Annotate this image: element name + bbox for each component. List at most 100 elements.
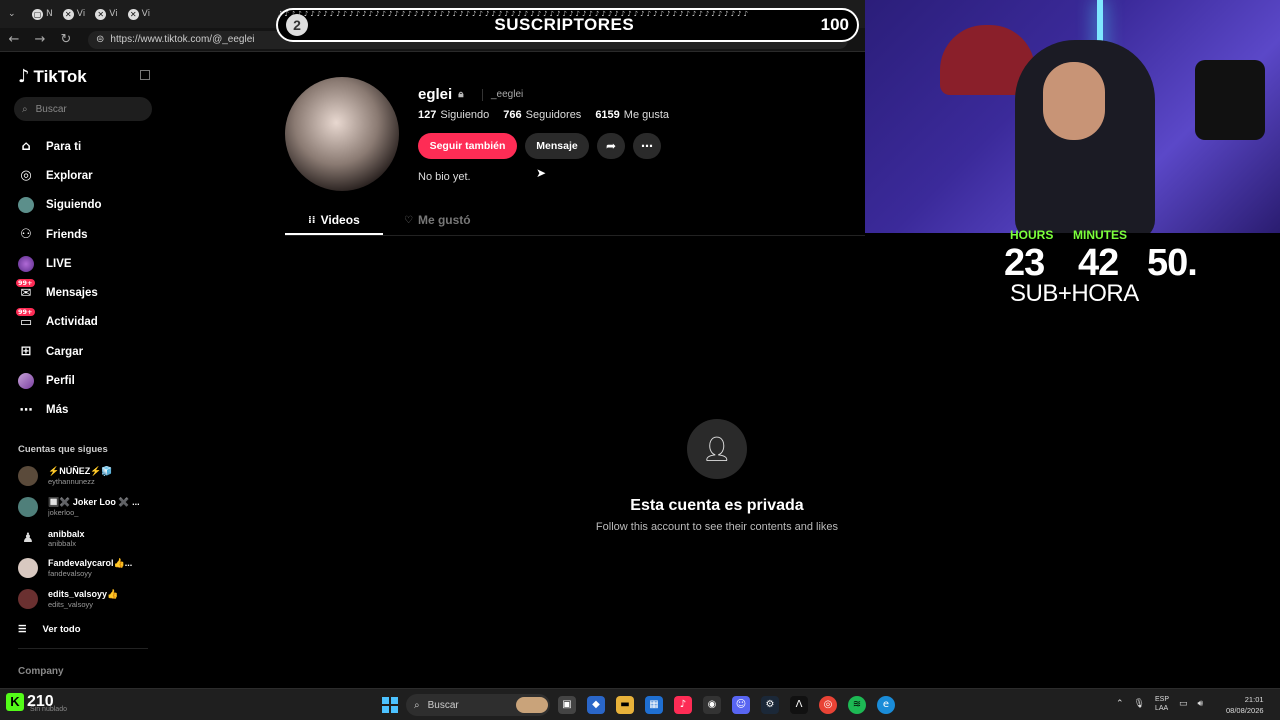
tiktok-app-icon[interactable]: ♪ xyxy=(674,696,692,714)
store-icon[interactable]: ▦ xyxy=(645,696,663,714)
followers-stat[interactable]: 766 Seguidores xyxy=(503,109,581,121)
message-button[interactable]: Mensaje xyxy=(525,133,589,159)
grid-icon: ⁞⁞ xyxy=(308,214,316,226)
taskbar-search[interactable]: ⌕ Buscar xyxy=(406,694,550,716)
followed-account[interactable]: ⚡NÚÑEZ⚡🧊 eythannunezz xyxy=(18,462,158,490)
nav-item-mensajes[interactable]: ✉ 99+ Mensajes xyxy=(16,278,102,307)
windows-start-icon[interactable] xyxy=(382,697,398,713)
volume-icon[interactable]: 🔊︎ xyxy=(1198,699,1204,709)
edge-icon[interactable]: e xyxy=(877,696,895,714)
avatar xyxy=(18,497,38,517)
steam-icon[interactable]: ⚙ xyxy=(761,696,779,714)
avatar xyxy=(18,589,38,609)
browser-tab[interactable]: ✕ Vi xyxy=(124,4,154,24)
tab-liked[interactable]: ♡ Me gustó xyxy=(404,213,471,227)
lock-icon: 🔒︎ xyxy=(458,89,464,100)
nav-item-actividad[interactable]: ▭ 99+ Actividad xyxy=(16,308,102,337)
live-icon xyxy=(18,255,34,272)
followed-account[interactable]: ♟ anibbalx anibbalx xyxy=(18,524,158,552)
mouse-cursor-icon: ➤ xyxy=(536,166,547,180)
following-accounts-header: Cuentas que sigues xyxy=(18,444,108,455)
browser-tab[interactable]: ▢ N xyxy=(28,4,57,24)
profile-bio: No bio yet. xyxy=(418,171,471,183)
task-view-icon[interactable]: ▣ xyxy=(558,696,576,714)
tab-list-button[interactable]: ⌄ xyxy=(4,4,26,24)
profile-avatar xyxy=(285,77,399,191)
webcam-overlay xyxy=(865,0,1280,233)
tab-favicon-icon: ✕ xyxy=(62,8,74,20)
nav-item-perfil[interactable]: Perfil xyxy=(18,366,102,395)
taskbar-apps: ▣ ◆ ▬ ▦ ♪ ◉ ☺ ⚙ Λ ◎ ≋ e xyxy=(558,696,895,714)
nav-item-live[interactable]: LIVE xyxy=(18,249,102,278)
heart-lock-icon: ♡ xyxy=(404,214,413,226)
tiktok-note-icon: ♪ xyxy=(18,66,30,87)
spotify-icon[interactable]: ≋ xyxy=(848,696,866,714)
home-icon: ⌂ xyxy=(21,139,31,155)
followed-account[interactable]: edits_valsoyy👍 edits_valsoyy xyxy=(18,585,158,613)
followed-account[interactable]: 🔲✖️ Joker Loo ✖️ ... jokerloo_ xyxy=(18,493,158,521)
followed-account[interactable]: Fandevalycarol👍... fandevalsoyy xyxy=(18,554,158,582)
nav-item-para-ti[interactable]: ⌂ Para ti xyxy=(18,132,102,161)
microphone-icon[interactable]: 🎙︎ xyxy=(1134,699,1145,709)
reload-button[interactable]: ↻ xyxy=(58,32,74,48)
site-info-icon[interactable]: ⊜ xyxy=(96,34,104,45)
nav-item-mas[interactable]: ⋯ Más xyxy=(18,396,102,425)
see-all-button[interactable]: ☰ Ver todo xyxy=(18,624,81,635)
hours-value: 23 xyxy=(1004,242,1045,284)
browser-tab[interactable]: ✕ Vi xyxy=(59,4,89,24)
subscriber-goal-bar: ♪♪♪♪♪♪♪♪♪♪♪♪♪♪♪♪♪♪♪♪♪♪♪♪♪♪♪♪♪♪♪♪♪♪♪♪♪♪♪♪… xyxy=(276,8,859,42)
compass-icon: ◎ xyxy=(20,168,32,184)
kick-logo-icon: K xyxy=(6,693,24,711)
profile-icon xyxy=(18,373,34,390)
minutes-label: MINUTES xyxy=(1073,228,1127,242)
profile-stats: 127 Siguiendo 766 Seguidores 6159 Me gusta xyxy=(418,109,669,121)
clock[interactable]: 21:01 08/08/2026 xyxy=(1226,694,1264,716)
share-icon[interactable]: ➦ xyxy=(597,133,625,159)
nav-item-cargar[interactable]: ⊞ Cargar xyxy=(18,337,102,366)
minutes-value: 42 xyxy=(1078,242,1119,284)
search-input[interactable]: ⌕ Buscar xyxy=(14,97,152,121)
messages-icon: ✉ 99+ xyxy=(16,279,35,301)
language-indicator[interactable]: ESP LAA xyxy=(1155,695,1169,713)
weather-text: Sin nublado xyxy=(30,706,67,713)
tabs-divider xyxy=(285,235,865,236)
activity-icon: ▭ 99+ xyxy=(16,308,35,330)
company-link[interactable]: Company xyxy=(18,666,64,677)
streamer-face xyxy=(1043,62,1105,140)
upload-icon: ⊞ xyxy=(20,344,32,360)
nav-item-explorar[interactable]: ◎ Explorar xyxy=(18,161,102,190)
notification-badge: 99+ xyxy=(16,308,35,317)
tab-favicon-icon: ✕ xyxy=(127,8,139,20)
obs-icon[interactable]: ◉ xyxy=(703,696,721,714)
file-explorer-icon[interactable]: ▬ xyxy=(616,696,634,714)
collapse-sidebar-icon[interactable] xyxy=(140,70,150,80)
back-button[interactable]: ← xyxy=(6,32,22,48)
tiktok-logo[interactable]: ♪ TikTok xyxy=(18,66,87,87)
copilot-icon[interactable]: ◆ xyxy=(587,696,605,714)
list-icon: ☰ xyxy=(18,624,27,635)
private-account-title: Esta cuenta es privada xyxy=(630,497,804,514)
microphone xyxy=(1195,60,1265,140)
forward-button[interactable]: → xyxy=(32,32,48,48)
name-separator xyxy=(482,89,483,101)
tab-videos[interactable]: ⁞⁞ Videos xyxy=(308,213,360,227)
more-options-icon[interactable]: ⋯ xyxy=(633,133,661,159)
browser-tab[interactable]: ✕ Vi xyxy=(91,4,121,24)
profile-actions: Seguir también Mensaje ➦ ⋯ xyxy=(418,133,661,159)
discord-icon[interactable]: ☺ xyxy=(732,696,750,714)
chevron-up-icon[interactable]: ⌃ xyxy=(1116,699,1124,709)
chrome-icon[interactable]: ◎ xyxy=(819,696,837,714)
sidebar-divider xyxy=(18,648,148,649)
avatar xyxy=(18,558,38,578)
follow-back-button[interactable]: Seguir también xyxy=(418,133,517,159)
nav-item-friends[interactable]: ⚇ Friends xyxy=(18,220,102,249)
goal-current-count: 2 xyxy=(286,14,308,36)
vector-app-icon[interactable]: Λ xyxy=(790,696,808,714)
network-icon[interactable]: ▭ xyxy=(1179,699,1188,709)
following-avatar-icon xyxy=(18,197,34,214)
goal-title: SUSCRIPTORES xyxy=(494,15,635,34)
following-stat[interactable]: 127 Siguiendo xyxy=(418,109,489,121)
search-icon: ⌕ xyxy=(414,699,420,711)
default-avatar-icon: ♟ xyxy=(22,530,34,545)
nav-item-siguiendo[interactable]: Siguiendo xyxy=(18,191,102,220)
